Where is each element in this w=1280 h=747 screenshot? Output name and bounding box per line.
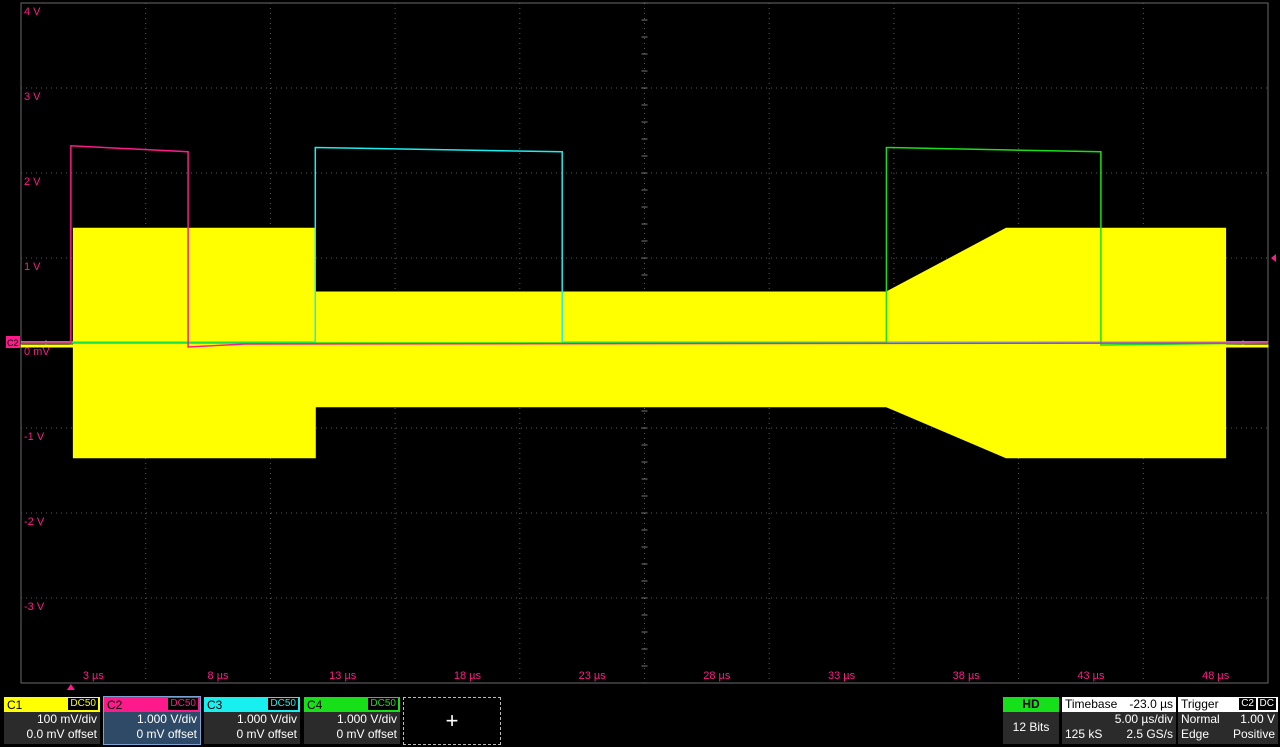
x-axis-label: 43 µs bbox=[1077, 670, 1105, 682]
vertical-offset: 0 mV offset bbox=[136, 727, 197, 741]
trigger-slope: Positive bbox=[1232, 727, 1275, 741]
x-axis-label: 18 µs bbox=[454, 670, 482, 682]
coupling-badge: DC50 bbox=[68, 698, 98, 710]
waveform-display[interactable]: 4 V 3 V 2 V 1 V 0 mV -1 V -2 V -3 V 3 µs 8 µs 13 µ… bbox=[0, 0, 1280, 695]
timebase-label: Timebase bbox=[1065, 697, 1118, 711]
vertical-scale: 100 mV/div bbox=[36, 712, 97, 726]
channel-header: C1 DC50 bbox=[4, 697, 100, 712]
trigger-level: 1.00 V bbox=[1240, 712, 1275, 726]
coupling-badge: DC50 bbox=[368, 698, 398, 710]
vertical-offset: 0.0 mV offset bbox=[26, 727, 97, 741]
vertical-offset: 0 mV offset bbox=[236, 727, 297, 741]
hd-resolution-descriptor[interactable]: HD 12 Bits bbox=[1003, 697, 1059, 744]
x-axis-label: 3 µs bbox=[83, 670, 105, 682]
timebase-descriptor[interactable]: Timebase -23.0 µs 5.00 µs/div 125 kS 2.5 … bbox=[1062, 697, 1176, 744]
channel-name: C1 bbox=[7, 698, 23, 712]
channel-name: C3 bbox=[207, 698, 223, 712]
trigger-mode: Normal bbox=[1181, 712, 1220, 726]
trigger-type: Edge bbox=[1181, 727, 1210, 741]
timebase-sample-rate: 2.5 GS/s bbox=[1126, 727, 1173, 741]
channel-c1-descriptor[interactable]: C1 DC50 100 mV/div 0.0 mV offset bbox=[4, 697, 100, 744]
coupling-badge: DC50 bbox=[268, 698, 298, 710]
hd-bits: 12 Bits bbox=[1012, 720, 1050, 734]
y-axis-label: 1 V bbox=[24, 261, 41, 273]
trigger-coupling-badge: DC bbox=[1257, 698, 1276, 710]
x-axis-label: 48 µs bbox=[1202, 670, 1230, 682]
y-axis-label: 2 V bbox=[24, 176, 41, 188]
trigger-label: Trigger bbox=[1181, 697, 1219, 711]
timebase-samples: 125 kS bbox=[1065, 727, 1103, 741]
trigger-level-marker bbox=[1271, 254, 1276, 262]
vertical-scale: 1.000 V/div bbox=[136, 712, 197, 726]
vertical-offset: 0 mV offset bbox=[336, 727, 397, 741]
y-axis-label: 0 mV bbox=[24, 346, 50, 358]
channel-header: C3 DC50 bbox=[204, 697, 300, 712]
y-axis-label: 3 V bbox=[24, 91, 41, 103]
channel-c4-descriptor[interactable]: C4 DC50 1.000 V/div 0 mV offset bbox=[304, 697, 400, 744]
y-axis-label: -2 V bbox=[24, 516, 45, 528]
x-axis-label: 33 µs bbox=[828, 670, 856, 682]
waveform-plot[interactable]: 4 V 3 V 2 V 1 V 0 mV -1 V -2 V -3 V 3 µs 8 µs 13 µ… bbox=[0, 0, 1280, 695]
timebase-per-div: 5.00 µs/div bbox=[1114, 712, 1173, 726]
channel-header: C2 DC50 bbox=[104, 697, 200, 712]
vertical-scale: 1.000 V/div bbox=[336, 712, 397, 726]
trigger-source-badge: C2 bbox=[1239, 698, 1256, 710]
y-axis-label: -3 V bbox=[24, 601, 45, 613]
y-axis-label: -1 V bbox=[24, 431, 45, 443]
hd-label: HD bbox=[1003, 697, 1059, 712]
x-axis-label: 38 µs bbox=[953, 670, 981, 682]
trigger-time-marker bbox=[66, 684, 75, 690]
channel-c2-descriptor[interactable]: C2 DC50 1.000 V/div 0 mV offset bbox=[103, 696, 201, 745]
x-axis-label: 28 µs bbox=[703, 670, 731, 682]
channel-header: C4 DC50 bbox=[304, 697, 400, 712]
channel-c3-descriptor[interactable]: C3 DC50 1.000 V/div 0 mV offset bbox=[204, 697, 300, 744]
trigger-descriptor[interactable]: Trigger C2 DC Normal 1.00 V Edge Positive bbox=[1178, 697, 1278, 744]
x-axis-label: 23 µs bbox=[579, 670, 607, 682]
x-axis-label: 13 µs bbox=[329, 670, 357, 682]
timebase-delay: -23.0 µs bbox=[1129, 697, 1173, 711]
channel-descriptor-bar: C1 DC50 100 mV/div 0.0 mV offset C2 DC50… bbox=[0, 695, 1280, 747]
coupling-badge: DC50 bbox=[168, 698, 198, 710]
channel-name: C2 bbox=[107, 698, 123, 712]
y-axis-label: 4 V bbox=[24, 6, 41, 18]
add-channel-button[interactable]: + bbox=[403, 697, 501, 745]
trigger-header: Trigger C2 DC bbox=[1178, 697, 1278, 712]
c2-ground-marker-label: C2 bbox=[7, 338, 19, 348]
timebase-header: Timebase -23.0 µs bbox=[1062, 697, 1176, 712]
x-axis-label: 8 µs bbox=[208, 670, 230, 682]
channel-name: C4 bbox=[307, 698, 323, 712]
vertical-scale: 1.000 V/div bbox=[236, 712, 297, 726]
